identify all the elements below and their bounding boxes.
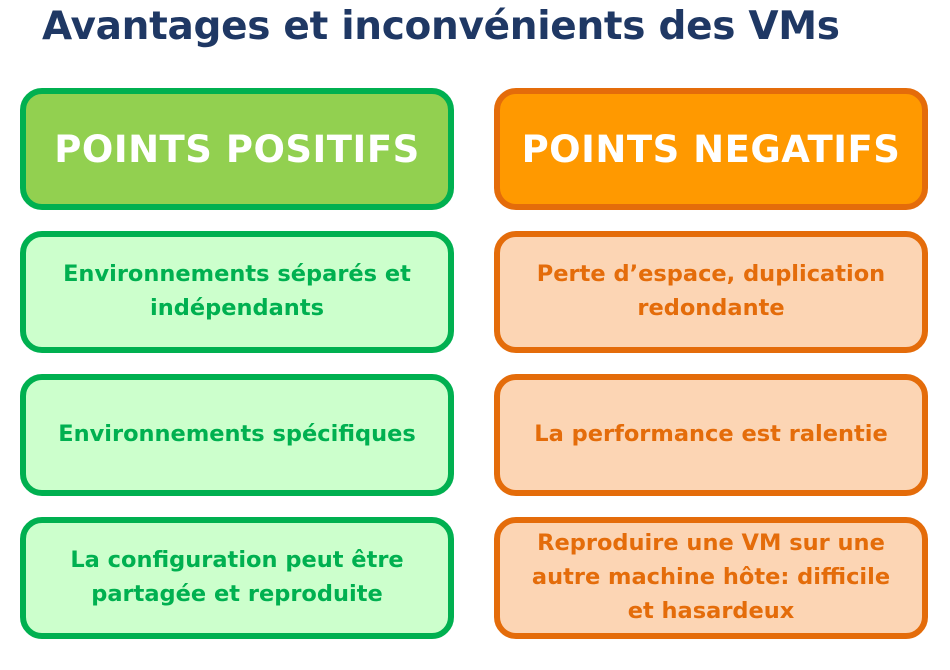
negative-point-text: Perte d’espace, duplication redondante (536, 261, 886, 321)
positive-point-card: Environnements spécifiques (20, 374, 454, 496)
positive-points-header: POINTS POSITIFS (20, 88, 454, 210)
positive-point-text: La configuration peut être partagée et r… (70, 547, 404, 607)
negative-points-header-label: POINTS NEGATIFS (521, 127, 901, 171)
negative-point-card: Reproduire une VM sur une autre machine … (494, 517, 928, 639)
negative-point-text: La performance est ralentie (534, 421, 888, 448)
positive-point-card: La configuration peut être partagée et r… (20, 517, 454, 639)
negative-point-card: La performance est ralentie (494, 374, 928, 496)
negative-points-header: POINTS NEGATIFS (494, 88, 928, 210)
positive-points-header-label: POINTS POSITIFS (54, 127, 420, 171)
positive-point-card: Environnements séparés et indépendants (20, 231, 454, 353)
positive-point-text: Environnements spécifiques (58, 421, 416, 448)
negative-point-card: Perte d’espace, duplication redondante (494, 231, 928, 353)
page-title: Avantages et inconvénients des VMs (42, 4, 840, 49)
positive-point-text: Environnements séparés et indépendants (63, 261, 411, 321)
negative-point-text: Reproduire une VM sur une autre machine … (531, 530, 891, 624)
